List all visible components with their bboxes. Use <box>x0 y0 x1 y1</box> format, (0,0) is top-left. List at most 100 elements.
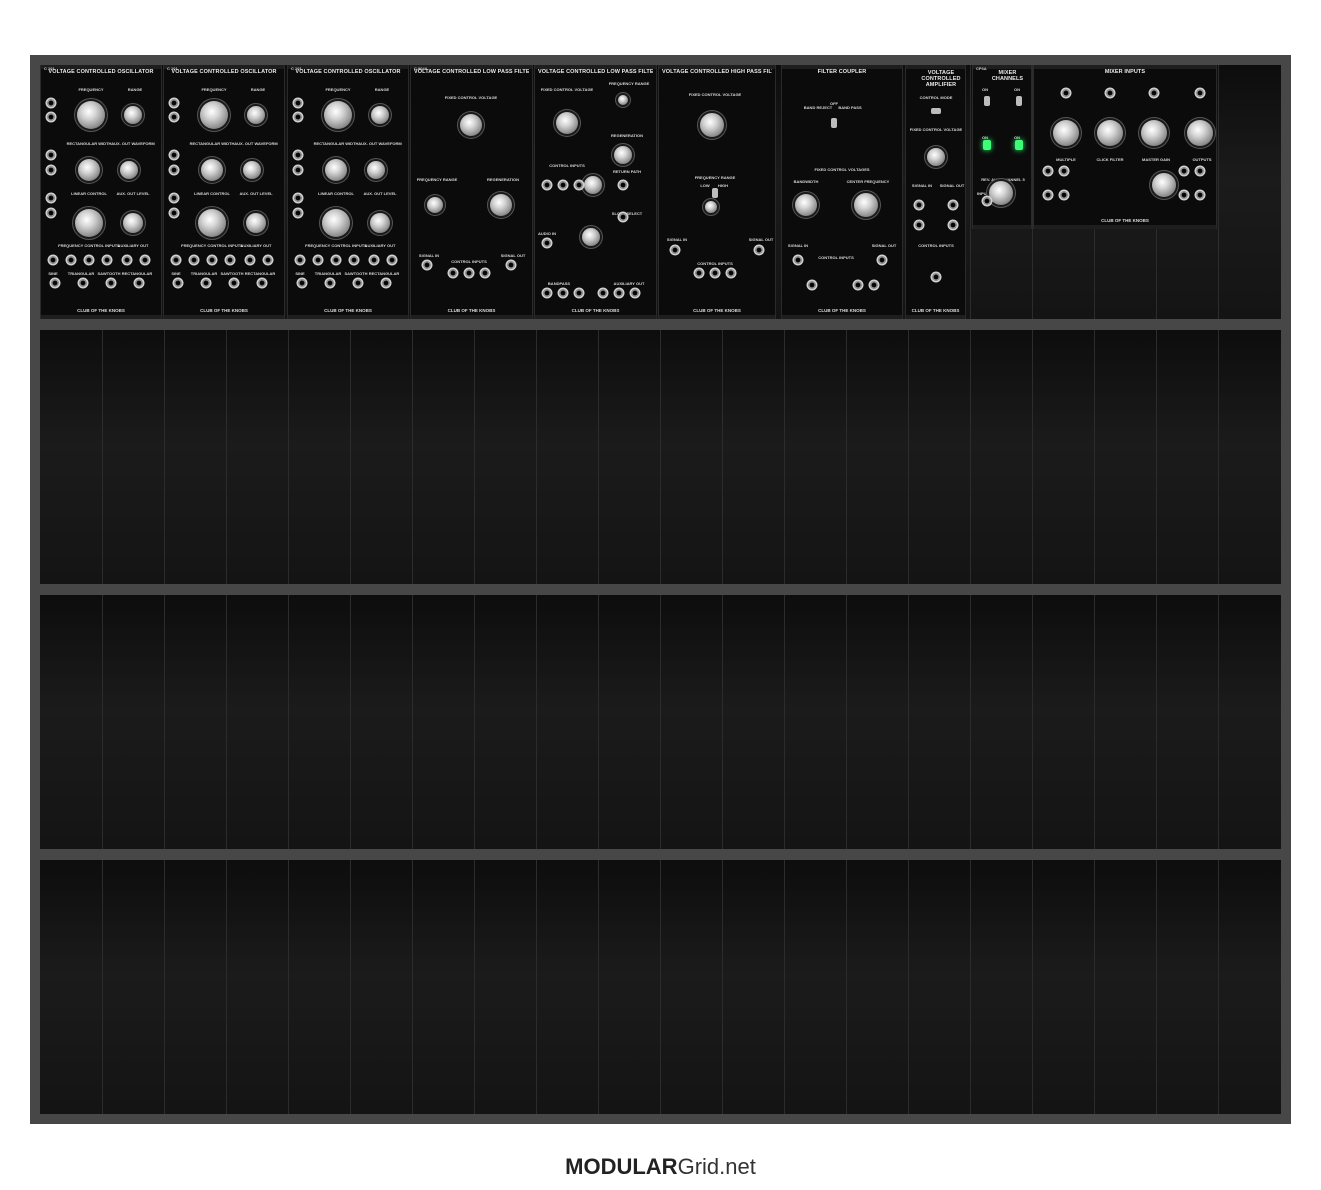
patch-jack[interactable] <box>1104 87 1116 99</box>
patch-jack[interactable] <box>47 254 59 266</box>
patch-jack[interactable] <box>324 277 336 289</box>
patch-jack[interactable] <box>45 192 57 204</box>
module-voltage-controlled-low-pass-filter[interactable]: C 904A VOLTAGE CONTROLLED LOW PASS FILTER… <box>410 65 533 319</box>
patch-jack[interactable] <box>629 287 641 299</box>
patch-jack[interactable] <box>573 179 585 191</box>
knob[interactable] <box>927 148 945 166</box>
patch-jack[interactable] <box>1194 165 1206 177</box>
patch-jack[interactable] <box>168 149 180 161</box>
knob[interactable] <box>367 161 385 179</box>
knob[interactable] <box>427 197 443 213</box>
patch-jack[interactable] <box>709 267 721 279</box>
patch-jack[interactable] <box>557 179 569 191</box>
knob[interactable] <box>370 213 390 233</box>
knob[interactable] <box>324 101 352 129</box>
patch-jack[interactable] <box>541 287 553 299</box>
patch-jack[interactable] <box>105 277 117 289</box>
patch-jack[interactable] <box>330 254 342 266</box>
patch-jack[interactable] <box>876 254 888 266</box>
knob[interactable] <box>1053 120 1079 146</box>
patch-jack[interactable] <box>1194 87 1206 99</box>
patch-jack[interactable] <box>947 199 959 211</box>
module-voltage-controlled-amplifier[interactable]: VOLTAGE CONTROLLED AMPLIFIER CLUB OF THE … <box>905 65 966 319</box>
patch-jack[interactable] <box>292 207 304 219</box>
toggle-switch[interactable] <box>931 108 941 114</box>
module-mixer-channels[interactable]: CP3A MIXER CHANNELS ON ON ON ON REV. AUX. CHAN… <box>972 65 1032 229</box>
patch-jack[interactable] <box>1058 189 1070 201</box>
patch-jack[interactable] <box>1178 189 1190 201</box>
patch-jack[interactable] <box>45 111 57 123</box>
patch-jack[interactable] <box>613 287 625 299</box>
patch-jack[interactable] <box>447 267 459 279</box>
knob[interactable] <box>200 101 228 129</box>
patch-jack[interactable] <box>170 254 182 266</box>
patch-jack[interactable] <box>463 267 475 279</box>
patch-jack[interactable] <box>753 244 765 256</box>
knob[interactable] <box>556 112 578 134</box>
knob[interactable] <box>1152 173 1176 197</box>
patch-jack[interactable] <box>206 254 218 266</box>
patch-jack[interactable] <box>45 149 57 161</box>
patch-jack[interactable] <box>541 179 553 191</box>
knob[interactable] <box>854 193 878 217</box>
patch-jack[interactable] <box>168 192 180 204</box>
modulargrid-logo[interactable]: MODULARGrid.net <box>0 1154 1321 1180</box>
patch-jack[interactable] <box>168 164 180 176</box>
patch-jack[interactable] <box>200 277 212 289</box>
patch-jack[interactable] <box>83 254 95 266</box>
patch-jack[interactable] <box>49 277 61 289</box>
knob[interactable] <box>120 161 138 179</box>
patch-jack[interactable] <box>133 277 145 289</box>
patch-jack[interactable] <box>597 287 609 299</box>
patch-jack[interactable] <box>228 277 240 289</box>
knob[interactable] <box>705 201 717 213</box>
patch-jack[interactable] <box>792 254 804 266</box>
knob[interactable] <box>1141 120 1167 146</box>
patch-jack[interactable] <box>479 267 491 279</box>
patch-jack[interactable] <box>101 254 113 266</box>
knob[interactable] <box>795 194 817 216</box>
patch-jack[interactable] <box>256 277 268 289</box>
patch-jack[interactable] <box>930 271 942 283</box>
patch-jack[interactable] <box>65 254 77 266</box>
knob[interactable] <box>582 228 600 246</box>
toggle-switch[interactable] <box>984 96 990 106</box>
knob[interactable] <box>618 95 628 105</box>
knob[interactable] <box>322 209 350 237</box>
knob[interactable] <box>123 213 143 233</box>
patch-jack[interactable] <box>292 149 304 161</box>
knob[interactable] <box>75 209 103 237</box>
patch-jack[interactable] <box>1178 165 1190 177</box>
patch-jack[interactable] <box>45 207 57 219</box>
knob[interactable] <box>1097 120 1123 146</box>
patch-jack[interactable] <box>168 207 180 219</box>
knob[interactable] <box>243 161 261 179</box>
patch-jack[interactable] <box>168 111 180 123</box>
patch-jack[interactable] <box>981 195 993 207</box>
knob[interactable] <box>371 106 389 124</box>
patch-jack[interactable] <box>348 254 360 266</box>
patch-jack[interactable] <box>852 279 864 291</box>
patch-jack[interactable] <box>1194 189 1206 201</box>
patch-jack[interactable] <box>139 254 151 266</box>
patch-jack[interactable] <box>1042 165 1054 177</box>
knob[interactable] <box>198 209 226 237</box>
knob[interactable] <box>124 106 142 124</box>
patch-jack[interactable] <box>121 254 133 266</box>
module-filter-coupler[interactable]: FILTER COUPLER CLUB OF THE KNOBS BAND REJE… <box>781 65 903 319</box>
patch-jack[interactable] <box>45 97 57 109</box>
patch-jack[interactable] <box>947 219 959 231</box>
patch-jack[interactable] <box>292 164 304 176</box>
patch-jack[interactable] <box>693 267 705 279</box>
patch-jack[interactable] <box>352 277 364 289</box>
patch-jack[interactable] <box>868 279 880 291</box>
patch-jack[interactable] <box>913 219 925 231</box>
patch-jack[interactable] <box>45 164 57 176</box>
patch-jack[interactable] <box>244 254 256 266</box>
patch-jack[interactable] <box>913 199 925 211</box>
knob[interactable] <box>201 159 223 181</box>
patch-jack[interactable] <box>1148 87 1160 99</box>
module-mixer-inputs[interactable]: MIXER INPUTS CLUB OF THE KNOBS MULTIPLE CLI… <box>1033 65 1217 229</box>
patch-jack[interactable] <box>541 237 553 249</box>
patch-jack[interactable] <box>188 254 200 266</box>
